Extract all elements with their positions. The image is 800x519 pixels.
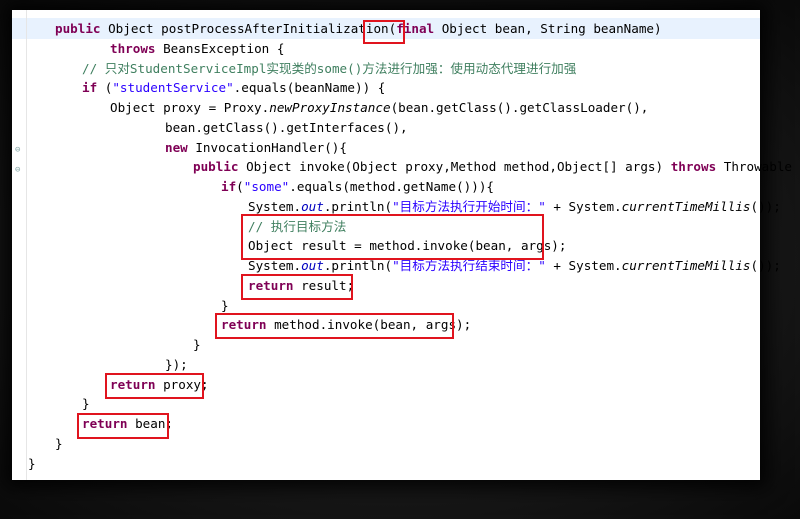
code-token: Object postProcessAfterInitialization( — [100, 21, 397, 36]
code-line[interactable]: if("some".equals(method.getName())){ — [221, 179, 494, 195]
code-line[interactable]: public Object postProcessAfterInitializa… — [55, 21, 662, 37]
code-token: .println( — [323, 258, 393, 273]
code-token: throws — [670, 159, 717, 174]
code-line[interactable]: System.out.println("目标方法执行结束时间：" + Syste… — [248, 258, 781, 274]
code-line[interactable]: public Object invoke(Object proxy,Method… — [193, 159, 800, 175]
code-token: Throwable { — [716, 159, 800, 174]
highlight-box-invoke-target — [241, 214, 544, 260]
highlight-box-final — [363, 20, 405, 44]
code-line[interactable]: } — [28, 456, 36, 472]
code-token: public — [193, 159, 239, 174]
code-token: Object bean, String beanName) — [434, 21, 662, 36]
highlight-box-return-invoke — [215, 313, 454, 339]
code-line[interactable]: new InvocationHandler(){ — [165, 140, 347, 156]
code-token: "some" — [243, 179, 290, 194]
code-token: InvocationHandler(){ — [187, 140, 347, 155]
code-token: out — [301, 199, 324, 214]
code-token: "目标方法执行结束时间：" — [392, 258, 546, 273]
code-line[interactable]: // 只对StudentServiceImpl实现类的some()方法进行加强：… — [82, 61, 576, 77]
code-line[interactable]: } — [221, 298, 229, 314]
code-token: .equals(beanName)) { — [233, 80, 386, 95]
code-token: .println( — [323, 199, 393, 214]
code-token: new — [165, 140, 188, 155]
code-token: ()); — [750, 199, 781, 214]
code-token: BeansException { — [155, 41, 285, 56]
code-token: ( — [97, 80, 113, 95]
code-token: if — [82, 80, 98, 95]
code-token: (bean.getClass().getClassLoader(), — [390, 100, 649, 115]
code-token: ()); — [750, 258, 781, 273]
code-token: + System. — [545, 258, 622, 273]
highlight-box-return-result — [241, 274, 353, 300]
code-line[interactable]: } — [55, 436, 63, 452]
code-token: }); — [165, 357, 188, 372]
code-token: } — [28, 456, 36, 471]
code-line[interactable]: } — [82, 396, 90, 412]
code-token: if — [221, 179, 237, 194]
code-token: newProxyInstance — [269, 100, 391, 115]
code-line[interactable]: }); — [165, 357, 188, 373]
highlight-box-return-proxy — [105, 373, 204, 399]
code-token: } — [55, 436, 63, 451]
code-line[interactable]: throws BeansException { — [110, 41, 284, 57]
code-token: throws — [110, 41, 156, 56]
code-token: .equals(method.getName())){ — [289, 179, 494, 194]
editor-gutter — [12, 10, 27, 480]
code-token: bean.getClass().getInterfaces(), — [165, 120, 408, 135]
code-token: out — [301, 258, 324, 273]
highlight-box-return-bean — [77, 413, 169, 439]
fold-collapse-icon[interactable]: ⊖ — [15, 146, 20, 155]
code-token: ( — [236, 179, 244, 194]
code-token: + System. — [545, 199, 622, 214]
code-token: "目标方法执行开始时间：" — [392, 199, 546, 214]
code-token: public — [55, 21, 101, 36]
code-line[interactable]: Object proxy = Proxy.newProxyInstance(be… — [110, 100, 648, 116]
code-token: } — [82, 396, 90, 411]
code-token: Object proxy = Proxy. — [110, 100, 270, 115]
fold-collapse-icon[interactable]: ⊖ — [15, 166, 20, 175]
code-token: Object invoke(Object proxy,Method method… — [238, 159, 671, 174]
code-token: currentTimeMillis — [621, 199, 751, 214]
code-token: "studentService" — [112, 80, 234, 95]
code-token: System. — [248, 258, 302, 273]
code-token: } — [193, 337, 201, 352]
code-line[interactable]: System.out.println("目标方法执行开始时间：" + Syste… — [248, 199, 781, 215]
code-token: } — [221, 298, 229, 313]
code-line[interactable]: if ("studentService".equals(beanName)) { — [82, 80, 385, 96]
code-line[interactable]: bean.getClass().getInterfaces(), — [165, 120, 408, 136]
code-token: currentTimeMillis — [621, 258, 751, 273]
code-token: System. — [248, 199, 302, 214]
code-token: // 只对StudentServiceImpl实现类的some()方法进行加强：… — [82, 61, 577, 76]
code-line[interactable]: } — [193, 337, 201, 353]
